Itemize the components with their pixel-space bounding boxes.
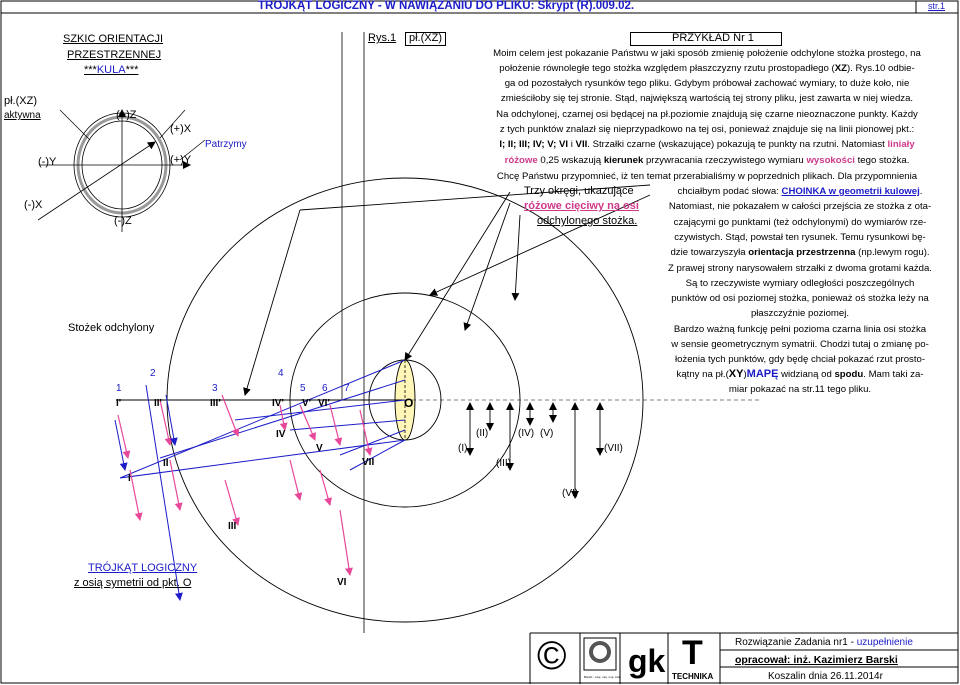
text-r-3: czającymi go punktami (też odchylonymi) … [673,217,927,228]
header-title: TRÓJKĄT LOGICZNY - W NAWIĄZANIU DO PLIKU… [258,0,635,12]
patrzymy-label: Patrzymy [205,139,247,150]
text-r-6: Z prawej strony narysowałem strzałki z d… [668,263,932,274]
text-r-5: dzie towarzyszyła orientacja przestrzenn… [670,247,930,258]
axis-minus-x: (-)X [24,199,43,211]
sketch-active: aktywna [4,110,41,121]
text-r-2: Natomiast, nie pokazałem w całości przej… [668,201,932,212]
roman-6: VI [337,577,347,588]
text-r-7: Są to rzeczywiste wymiary odległości pos… [685,278,915,289]
callout-line-1: Trzy okręgi, ukazujące [524,185,634,197]
primed-5: V' [302,398,312,409]
text-line-9: Chcę Państwu przypomnieć, iż ten temat p… [496,171,918,182]
logo-text: gk [594,647,604,656]
roman-3: III [228,521,237,532]
choinka-link[interactable]: CHOINKA w geometrii kulowej [782,186,920,197]
axis-plus-y: (+)Y [170,154,192,166]
text-r-9: płaszczyźnie poziomej. [750,308,850,319]
primed-3: III' [210,398,221,409]
logo-small-text: Barski - szej. moj. moj. szat [584,675,621,679]
num-6: 6 [322,383,328,394]
text-line-3: ga od pozostałych rysunków tego pliku. G… [504,78,910,89]
primed-6: VI' [318,398,330,409]
paren-3: (III) [496,458,511,469]
solution-label: Rozwiązanie Zadania nr1 - uzupełnienie [735,637,913,648]
num-3: 3 [212,383,218,394]
paren-7: (VII) [604,443,623,454]
page-number: str.1 [928,1,946,11]
roman-4: IV [276,429,286,440]
callout-line-3: odchylonego stożka. [537,215,638,227]
page: TRÓJKĄT LOGICZNY - W NAWIĄZANIU DO PLIKU… [0,0,960,685]
text-r-10: Bardzo ważną funkcję pełni pozioma czarn… [673,324,927,335]
primed-1: I' [116,398,122,409]
sketch-plane: pł.(XZ) [4,95,37,107]
technika-label: TECHNIKA [672,672,714,681]
axis-plus-z: (+)Z [116,109,137,121]
text-r-14: miar pokazać na str.11 tego pliku. [728,384,872,395]
text-r-1: chciałbym podać słowa: CHOINKA w geometr… [677,186,923,197]
text-r-13: kątny na pł.(XY)MAPĘ widzianą od spodu. … [676,368,924,380]
copyright-symbol: © [537,634,567,678]
pink-arrows [117,394,373,576]
roman-1: I [128,473,131,484]
axis-minus-z: (-)Z [114,215,132,227]
paren-6: (VI) [562,488,579,499]
axis-minus-y: (-)Y [38,156,57,168]
cone-label: Stożek odchylony [68,322,155,334]
double-arrows [466,402,604,499]
text-line-8: różowe 0,25 wskazują kierunek przywracan… [504,155,910,166]
paren-2: (II) [476,428,489,439]
text-line-6: z tych punktów znalazł się nieprzypadkow… [499,124,915,135]
date-label: Koszalin dnia 26.11.2014r [768,671,883,682]
sketch-title-3: ***KULA*** [84,64,139,76]
primed-2: II' [154,398,162,409]
primed-4: IV' [272,398,284,409]
roman-2: II [163,458,169,469]
text-r-8: punktów od osi poziomej stożka, ponieważ… [671,293,929,304]
sketch-title-2: PRZESTRZENNEJ [67,49,162,61]
t-mark: T [682,634,703,672]
example-label: PRZYKŁAD Nr 1 [672,32,754,44]
point-o: O [404,396,414,410]
num-5: 5 [300,383,306,394]
paren-5: (V) [540,428,554,439]
text-line-1: Moim celem jest pokazanie Państwu w jaki… [493,48,921,59]
text-r-11: w sensie geometrycznym symatrii. Chodzi … [671,339,929,350]
text-line-7: I; II; III; IV; V; VI i VII. Strzałki cz… [499,139,915,150]
num-7: 7 [344,383,350,394]
num-1: 1 [116,383,122,394]
triangle-title: TRÓJKĄT LOGICZNY [88,562,198,574]
text-r-12: łożenia tych punktów, gdy będę chciał po… [674,354,926,365]
roman-7: VII [362,457,375,468]
author-label: opracował: inż. Kazimierz Barski [735,654,898,666]
text-line-5: Na odchylonej, czarnej osi będącej na pł… [496,109,918,120]
callout-line-2: różowe cięciwy na osi [524,200,639,212]
triangle-subtitle: z osią symetrii od pkt. O [74,577,192,589]
gk-mark: gk [628,643,666,679]
sketch-title-1: SZKIC ORIENTACJI [63,33,164,45]
text-line-4: zmieściłoby się tej stronie. Stąd, najwi… [500,93,914,104]
rys-label: Rys.1 [368,32,397,44]
text-line-2: położenie równoległe tego stożka względe… [499,63,915,74]
text-r-4: czywistych. Stąd, powstał ten rysunek. T… [674,232,926,243]
num-4: 4 [278,368,284,379]
paren-1: (I) [458,443,468,454]
num-2: 2 [150,368,156,379]
plane-label: pł.(XZ) [409,32,442,44]
roman-5: V [316,443,323,454]
axis-plus-x: (+)X [170,123,192,135]
paren-4: (IV) [518,428,535,439]
